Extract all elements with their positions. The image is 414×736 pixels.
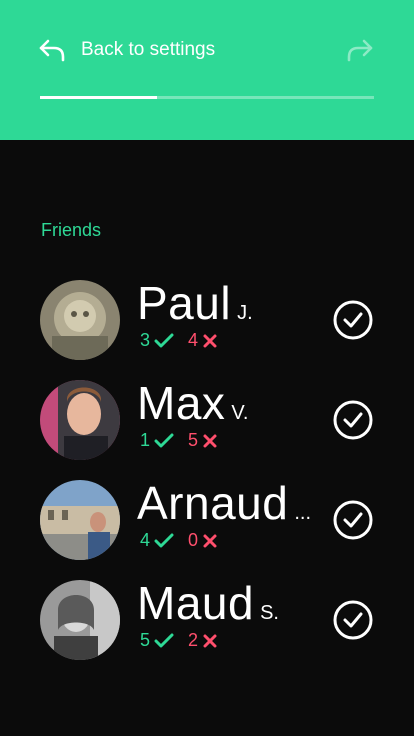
check-icon <box>154 433 174 447</box>
friend-name: Paul J. <box>137 276 253 330</box>
back-arrow-icon[interactable] <box>38 36 66 64</box>
back-to-settings-link[interactable]: Back to settings <box>81 39 215 61</box>
progress-bar-fill <box>40 96 157 99</box>
no-count: 5 <box>188 430 199 450</box>
friend-first-name: Paul <box>137 277 232 329</box>
friend-initial: V. <box>231 402 249 424</box>
cross-icon <box>203 534 217 547</box>
header-bar: Back to settings <box>0 0 414 140</box>
friend-first-name: Arnaud <box>137 477 289 529</box>
check-icon <box>154 333 174 347</box>
friend-initial: ... <box>294 502 312 524</box>
friend-initial: S. <box>260 602 279 624</box>
friend-row[interactable]: Paul J. 3 4 <box>0 277 414 370</box>
friend-stats: 3 4 <box>140 330 218 351</box>
friend-name: Arnaud... <box>137 476 311 530</box>
avatar <box>40 380 120 460</box>
yes-count: 5 <box>140 630 151 650</box>
progress-bar <box>40 96 374 99</box>
select-friend-button[interactable] <box>332 599 374 641</box>
select-friend-button[interactable] <box>332 299 374 341</box>
friend-row[interactable]: Maud S. 5 2 <box>0 577 414 670</box>
friend-stats: 1 5 <box>140 430 218 451</box>
yes-count: 4 <box>140 530 151 550</box>
avatar <box>40 480 120 560</box>
no-count: 0 <box>188 530 199 550</box>
select-friend-button[interactable] <box>332 399 374 441</box>
cross-icon <box>203 434 217 447</box>
yes-count: 3 <box>140 330 151 350</box>
avatar <box>40 580 120 660</box>
no-count: 2 <box>188 630 199 650</box>
section-title-friends: Friends <box>41 220 102 240</box>
friend-stats: 4 0 <box>140 530 218 551</box>
friend-initial: J. <box>237 302 253 324</box>
friend-stats: 5 2 <box>140 630 218 651</box>
check-icon <box>154 533 174 547</box>
cross-icon <box>203 334 217 347</box>
cross-icon <box>203 634 217 647</box>
select-friend-button[interactable] <box>332 499 374 541</box>
friend-first-name: Max <box>137 377 226 429</box>
friend-name: Max V. <box>137 376 248 430</box>
friend-row[interactable]: Arnaud... 4 0 <box>0 477 414 570</box>
avatar <box>40 280 120 360</box>
friend-row[interactable]: Max V. 1 5 <box>0 377 414 470</box>
forward-arrow-icon[interactable] <box>346 36 374 64</box>
no-count: 4 <box>188 330 199 350</box>
yes-count: 1 <box>140 430 151 450</box>
friend-first-name: Maud <box>137 577 255 629</box>
friend-name: Maud S. <box>137 576 279 630</box>
check-icon <box>154 633 174 647</box>
